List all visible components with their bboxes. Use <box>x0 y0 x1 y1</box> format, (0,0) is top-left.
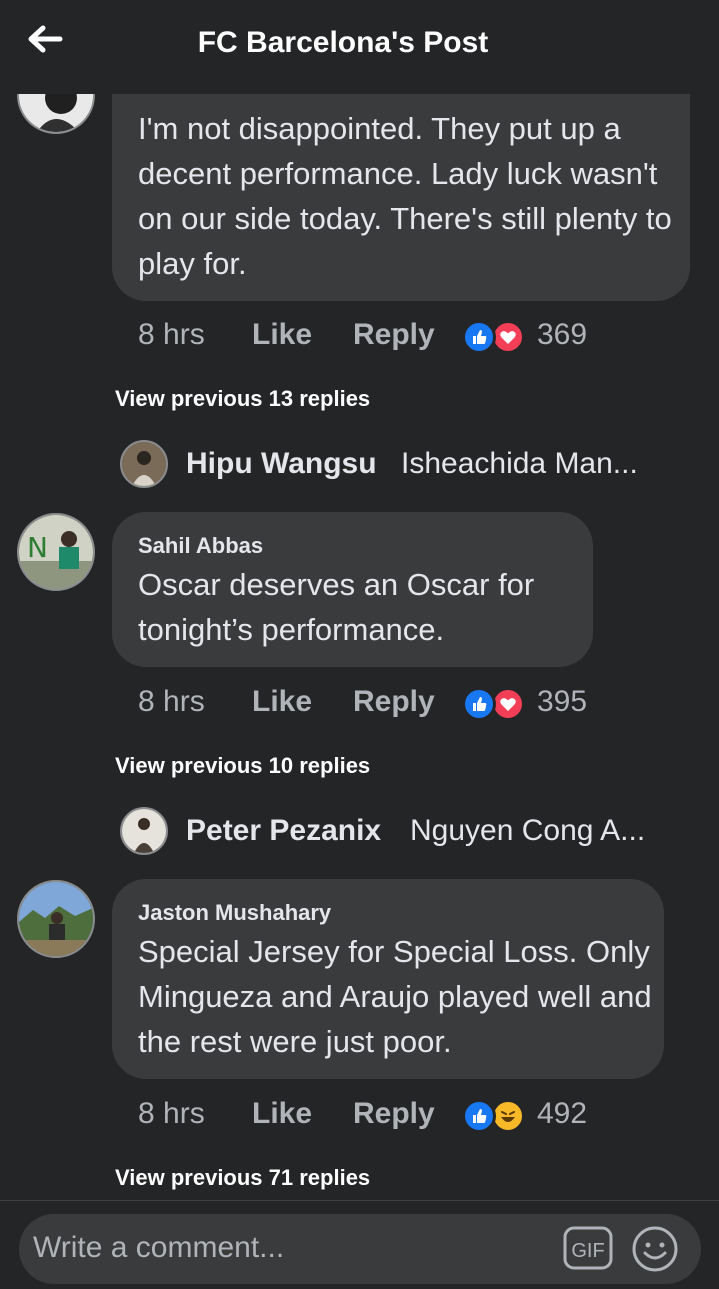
comment-input[interactable]: Write a comment... GIF <box>19 1214 701 1284</box>
emoji-button[interactable] <box>631 1225 679 1273</box>
reaction-count[interactable]: 395 <box>537 685 587 719</box>
avatar[interactable]: N <box>17 513 95 591</box>
comment-input-placeholder: Write a comment... <box>33 1231 285 1264</box>
like-button[interactable]: Like <box>252 685 312 719</box>
page-title: FC Barcelona's Post <box>197 26 489 59</box>
comment-author[interactable]: Sahil Abbas <box>138 533 263 559</box>
avatar[interactable] <box>17 880 95 958</box>
reply-author[interactable]: Peter Pezanix <box>186 814 381 848</box>
reply-avatar[interactable] <box>120 807 168 855</box>
comment-text: Oscar deserves an Oscar for tonight’s pe… <box>138 567 535 647</box>
svg-text:GIF: GIF <box>571 1240 604 1262</box>
comment-time: 8 hrs <box>138 318 205 351</box>
avatar-photo-icon <box>122 809 166 853</box>
like-reaction-icon <box>462 687 496 721</box>
comment-time: 8 hrs <box>138 685 205 718</box>
avatar-photo-icon <box>122 442 166 486</box>
avatar-photo-icon <box>19 882 93 956</box>
comment-time: 8 hrs <box>138 1097 205 1130</box>
comment-bubble[interactable]: Sahil Abbas Oscar deserves an Oscar for … <box>112 512 593 667</box>
love-reaction-icon <box>491 687 525 721</box>
smiley-icon <box>632 1226 678 1272</box>
comment-bubble[interactable]: Isheachida Mantsu I'm not disappointed. … <box>112 60 690 301</box>
love-reaction-icon <box>491 320 525 354</box>
reply-button[interactable]: Reply <box>353 1097 435 1131</box>
reply-avatar[interactable] <box>120 440 168 488</box>
like-button[interactable]: Like <box>252 318 312 352</box>
reply-author[interactable]: Hipu Wangsu <box>186 447 377 481</box>
like-reaction-icon <box>462 1099 496 1133</box>
avatar-photo-icon: N <box>19 515 93 589</box>
view-previous-replies[interactable]: View previous 10 replies <box>115 753 370 779</box>
haha-reaction-icon <box>491 1099 525 1133</box>
gif-button[interactable]: GIF <box>563 1225 613 1271</box>
reply-snippet[interactable]: Nguyen Cong A... <box>410 814 645 848</box>
comment-text: Special Jersey for Special Loss. Only Mi… <box>138 934 652 1059</box>
comment-author[interactable]: Jaston Mushahary <box>138 900 331 926</box>
view-previous-replies[interactable]: View previous 13 replies <box>115 386 370 412</box>
like-reaction-icon <box>462 320 496 354</box>
comment-text: I'm not disappointed. They put up a dece… <box>138 111 672 281</box>
comment-composer: Write a comment... GIF <box>0 1200 719 1289</box>
svg-text:N: N <box>27 531 48 564</box>
reaction-count[interactable]: 492 <box>537 1097 587 1131</box>
reaction-count[interactable]: 369 <box>537 318 587 352</box>
view-previous-replies[interactable]: View previous 71 replies <box>115 1165 370 1191</box>
like-button[interactable]: Like <box>252 1097 312 1131</box>
comment-bubble[interactable]: Jaston Mushahary Special Jersey for Spec… <box>112 879 664 1079</box>
reply-button[interactable]: Reply <box>353 685 435 719</box>
reply-snippet[interactable]: Isheachida Man... <box>401 447 638 481</box>
top-bar: FC Barcelona's Post <box>0 0 719 94</box>
gif-icon: GIF <box>563 1226 613 1270</box>
reply-button[interactable]: Reply <box>353 318 435 352</box>
